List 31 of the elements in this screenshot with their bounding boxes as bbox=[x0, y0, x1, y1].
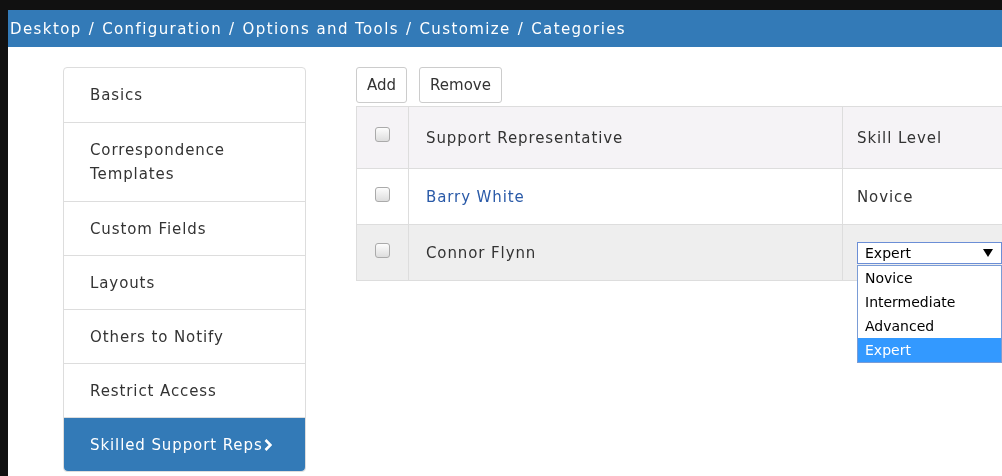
sidebar-item[interactable]: Layouts bbox=[64, 255, 305, 309]
add-button[interactable]: Add bbox=[356, 67, 408, 103]
checkbox[interactable] bbox=[375, 127, 390, 142]
breadcrumb-link[interactable]: Desktop bbox=[10, 19, 82, 38]
skill-dropdown[interactable]: Expert bbox=[857, 241, 1002, 264]
sidebar-item[interactable]: Custom Fields bbox=[64, 201, 305, 255]
chevron-right-icon bbox=[263, 438, 272, 451]
breadcrumb-separator: / bbox=[405, 19, 413, 38]
checkbox[interactable] bbox=[375, 243, 390, 258]
rep-link[interactable]: Barry White bbox=[426, 187, 525, 206]
sidebar-item[interactable]: Basics bbox=[64, 68, 305, 122]
dropdown-option[interactable]: Novice bbox=[858, 265, 1001, 290]
breadcrumb-separator: / bbox=[517, 19, 525, 38]
checkbox[interactable] bbox=[375, 187, 390, 202]
column-header: Support Representative bbox=[409, 107, 843, 168]
breadcrumb-separator: / bbox=[88, 19, 96, 38]
sidebar-item[interactable]: Correspondence Templates bbox=[64, 122, 305, 201]
sidebar-item[interactable]: Skilled Support Reps bbox=[64, 417, 305, 471]
table-cell: Novice bbox=[857, 187, 914, 206]
dropdown-option[interactable]: Advanced bbox=[858, 313, 1001, 338]
breadcrumb-link[interactable]: Categories bbox=[531, 19, 627, 38]
breadcrumb-link[interactable]: Configuration bbox=[102, 19, 223, 38]
sidebar-item[interactable]: Others to Notify bbox=[64, 309, 305, 363]
caret-icon bbox=[983, 248, 993, 257]
remove-button[interactable]: Remove bbox=[419, 67, 502, 103]
column-header: Skill Level bbox=[856, 127, 943, 149]
table-cell: Connor Flynn bbox=[426, 243, 537, 262]
dropdown-option[interactable]: Intermediate bbox=[858, 289, 1001, 314]
breadcrumb-link[interactable]: Customize bbox=[419, 19, 511, 38]
breadcrumb-separator: / bbox=[229, 19, 236, 38]
breadcrumb-link[interactable]: Options and Tools bbox=[242, 19, 399, 38]
